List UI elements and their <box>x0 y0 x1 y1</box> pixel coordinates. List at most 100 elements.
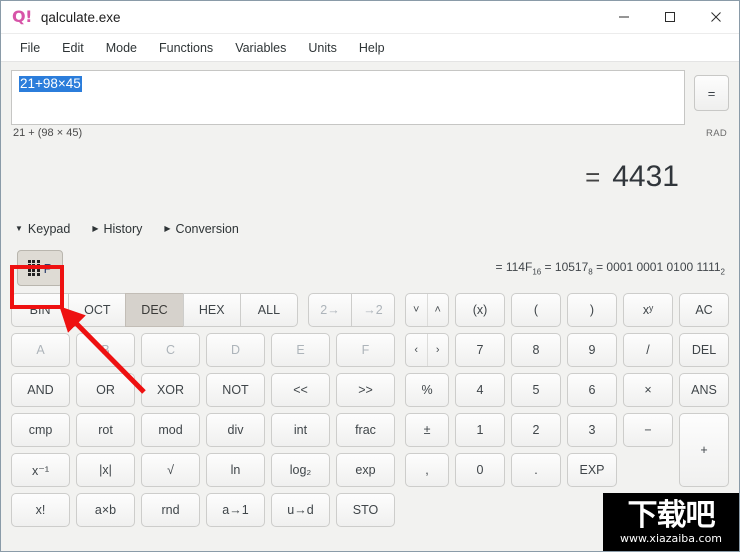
key-9[interactable]: 9 <box>567 333 617 367</box>
key-int[interactable]: int <box>271 413 330 447</box>
programmer-keypad: BIN OCT DEC HEX ALL 2→ →2 A B C D E F AN… <box>11 293 396 551</box>
nav-right-icon[interactable]: › <box>426 334 449 366</box>
result-value[interactable]: 4431 <box>612 160 679 194</box>
chevron-down-icon: ▼ <box>15 224 23 233</box>
base-button-all[interactable]: ALL <box>239 293 299 327</box>
equals-button[interactable]: = <box>694 75 729 111</box>
key-all-clear[interactable]: AC <box>679 293 729 327</box>
key-0[interactable]: 0 <box>455 453 505 487</box>
convert-from-base-button[interactable]: 2→ <box>308 293 353 327</box>
key-minus[interactable]: − <box>623 413 673 447</box>
menu-item-variables[interactable]: Variables <box>224 38 297 58</box>
bin-prefix: = <box>592 259 607 274</box>
key-1[interactable]: 1 <box>455 413 505 447</box>
key-f[interactable]: F <box>336 333 395 367</box>
tab-keypad[interactable]: ▼ Keypad <box>15 222 70 236</box>
key-decimal-point[interactable]: . <box>511 453 561 487</box>
key-sqrt[interactable]: √ <box>141 453 200 487</box>
nav-up-icon[interactable]: ˄ <box>426 294 449 326</box>
angle-unit-label[interactable]: RAD <box>706 128 727 139</box>
key-6[interactable]: 6 <box>567 373 617 407</box>
key-percent[interactable]: % <box>405 373 449 407</box>
hex-digit-row: A B C D E F <box>11 333 395 367</box>
key-mod[interactable]: mod <box>141 413 200 447</box>
key-not[interactable]: NOT <box>206 373 265 407</box>
history-nav-buttons[interactable]: ˅ ˄ <box>405 293 449 327</box>
window-controls <box>601 1 739 33</box>
key-a[interactable]: A <box>11 333 70 367</box>
tab-keypad-label: Keypad <box>27 222 71 236</box>
convert-to-base-button[interactable]: →2 <box>351 293 396 327</box>
close-icon[interactable] <box>693 1 739 33</box>
key-exp[interactable]: exp <box>336 453 395 487</box>
key-multiply-ab[interactable]: a×b <box>76 493 135 527</box>
oct-value: 10517 <box>554 259 589 274</box>
key-5[interactable]: 5 <box>511 373 561 407</box>
cursor-nav-buttons[interactable]: ‹ › <box>405 333 449 367</box>
maximize-icon[interactable] <box>647 1 693 33</box>
minimize-icon[interactable] <box>601 1 647 33</box>
menu-item-edit[interactable]: Edit <box>51 38 95 58</box>
key-3[interactable]: 3 <box>567 413 617 447</box>
menu-item-file[interactable]: File <box>9 38 51 58</box>
key-log2[interactable]: log₂ <box>271 453 330 487</box>
key-rot[interactable]: rot <box>76 413 135 447</box>
key-comma[interactable]: , <box>405 453 449 487</box>
key-divide[interactable]: / <box>623 333 673 367</box>
key-b[interactable]: B <box>76 333 135 367</box>
key-or[interactable]: OR <box>76 373 135 407</box>
key-7[interactable]: 7 <box>455 333 505 367</box>
chevron-right-icon: ▶ <box>164 224 171 233</box>
key-function-paren[interactable]: (x) <box>455 293 505 327</box>
tab-history[interactable]: ▶ History <box>92 222 142 236</box>
title-bar: Q! qalculate.exe <box>1 1 739 34</box>
key-open-paren[interactable]: ( <box>511 293 561 327</box>
key-e[interactable]: E <box>271 333 330 367</box>
key-2[interactable]: 2 <box>511 413 561 447</box>
key-div[interactable]: div <box>206 413 265 447</box>
hex-base: 16 <box>532 267 542 277</box>
key-absolute[interactable]: |x| <box>76 453 135 487</box>
nav-down-icon[interactable]: ˅ <box>406 294 427 326</box>
base-button-bin[interactable]: BIN <box>11 293 70 327</box>
result-area: = 4431 <box>1 139 739 215</box>
menu-item-units[interactable]: Units <box>297 38 347 58</box>
key-close-paren[interactable]: ) <box>567 293 617 327</box>
expression-input[interactable]: 21+98×45 <box>11 70 685 125</box>
key-xor[interactable]: XOR <box>141 373 200 407</box>
key-rnd[interactable]: rnd <box>141 493 200 527</box>
base-button-dec[interactable]: DEC <box>125 293 184 327</box>
key-factorial[interactable]: x! <box>11 493 70 527</box>
section-tabs: ▼ Keypad ▶ History ▶ Conversion <box>1 215 739 241</box>
nav-left-icon[interactable]: ‹ <box>406 334 427 366</box>
menu-item-functions[interactable]: Functions <box>148 38 224 58</box>
menu-item-mode[interactable]: Mode <box>95 38 148 58</box>
menu-item-help[interactable]: Help <box>348 38 396 58</box>
key-delete[interactable]: DEL <box>679 333 729 367</box>
key-shift-right[interactable]: >> <box>336 373 395 407</box>
base-button-oct[interactable]: OCT <box>68 293 127 327</box>
key-answer[interactable]: ANS <box>679 373 729 407</box>
key-frac[interactable]: frac <box>336 413 395 447</box>
key-multiply[interactable]: × <box>623 373 673 407</box>
key-plus[interactable]: + <box>679 413 729 487</box>
key-8[interactable]: 8 <box>511 333 561 367</box>
key-c[interactable]: C <box>141 333 200 367</box>
key-and[interactable]: AND <box>11 373 70 407</box>
key-power[interactable]: xʸ <box>623 293 673 327</box>
key-shift-left[interactable]: << <box>271 373 330 407</box>
key-plus-minus[interactable]: ± <box>405 413 449 447</box>
key-store[interactable]: STO <box>336 493 395 527</box>
bin-base: 2 <box>720 267 725 277</box>
key-ln[interactable]: ln <box>206 453 265 487</box>
key-inverse[interactable]: x⁻¹ <box>11 453 70 487</box>
key-cmp[interactable]: cmp <box>11 413 70 447</box>
key-exponent[interactable]: EXP <box>567 453 617 487</box>
tab-conversion[interactable]: ▶ Conversion <box>164 222 238 236</box>
key-d[interactable]: D <box>206 333 265 367</box>
key-4[interactable]: 4 <box>455 373 505 407</box>
key-unit-to-decimal[interactable]: u→d <box>271 493 330 527</box>
keypad-toggle-button[interactable]: P <box>17 250 63 286</box>
key-approx-to-one[interactable]: a→1 <box>206 493 265 527</box>
base-button-hex[interactable]: HEX <box>182 293 241 327</box>
